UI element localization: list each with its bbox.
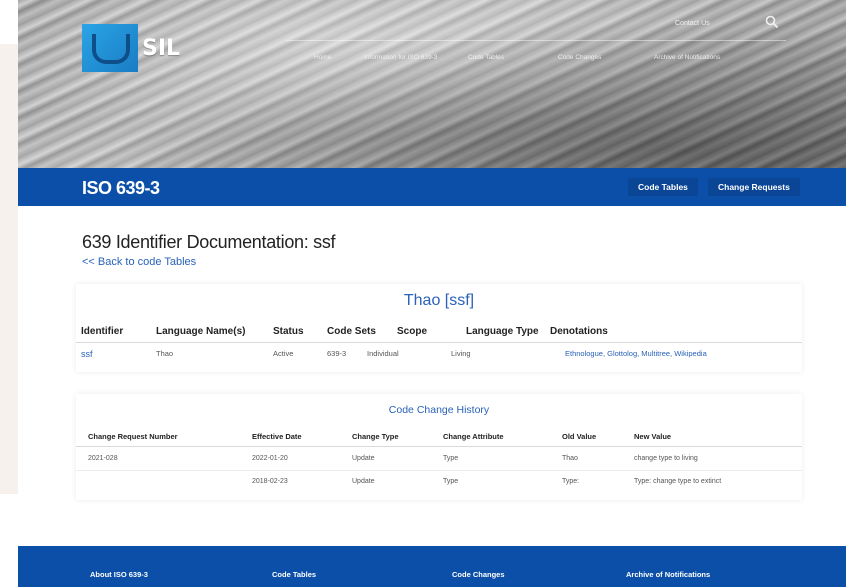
header-divider [76, 446, 802, 447]
code-sets-value: 639-3 [327, 349, 347, 358]
section-band: ISO 639-3 Code Tables Change Requests [18, 168, 846, 206]
footer-code-tables-link[interactable]: Code Tables [272, 570, 316, 579]
col-denotations: Denotations [550, 326, 608, 337]
nav-information[interactable]: Information for ISO 639-3 [364, 54, 437, 61]
col-change-attribute: Change Attribute [443, 432, 504, 441]
row-divider [76, 470, 802, 471]
effective-date: 2022-01-20 [252, 455, 288, 462]
col-change-request-number: Change Request Number [88, 432, 178, 441]
history-table-header: Change Request Number Effective Date Cha… [76, 432, 802, 442]
new-value: Type: change type to extinct [634, 478, 722, 485]
denotations-links[interactable]: Ethnologue, Glottolog, Multitree, Wikipe… [565, 349, 707, 358]
nav-divider [286, 40, 786, 41]
back-to-code-tables-link[interactable]: << Back to code Tables [82, 256, 196, 268]
change-history-card: Code Change History Change Request Numbe… [76, 394, 802, 500]
col-new-value: New Value [634, 432, 672, 441]
col-old-value: Old Value [562, 432, 597, 441]
language-name-value: Thao [156, 349, 174, 358]
language-heading: Thao [ssf] [403, 292, 475, 309]
old-value: Thao [562, 455, 578, 462]
col-scope: Scope [397, 326, 428, 337]
nav-archive[interactable]: Archive of Notifications [654, 54, 720, 61]
footer-about-link[interactable]: About ISO 639-3 [90, 570, 148, 579]
history-heading: Code Change History [388, 404, 490, 416]
table-row: 2021-028 2022-01-20 Update Type Thao cha… [76, 455, 802, 465]
footer: About ISO 639-3 Code Tables Code Changes… [18, 546, 846, 587]
nav-code-tables[interactable]: Code Tables [468, 54, 504, 61]
nav-code-changes[interactable]: Code Changes [558, 54, 601, 61]
change-attribute: Type [443, 455, 459, 462]
col-language-names: Language Name(s) [156, 326, 246, 337]
old-value: Type: [562, 478, 580, 485]
identifier-value[interactable]: ssf [81, 349, 93, 359]
status-value: Active [273, 349, 294, 358]
col-status: Status [273, 326, 304, 337]
col-identifier: Identifier [81, 326, 124, 337]
change-requests-button[interactable]: Change Requests [708, 178, 800, 196]
page-title: ISO 639-3 [82, 178, 160, 198]
page: SIL Contact Us Home Information for ISO … [18, 0, 846, 587]
documentation-title: 639 Identifier Documentation: ssf [82, 232, 336, 252]
left-strip [0, 44, 18, 494]
change-type: Update [352, 455, 375, 462]
col-language-type: Language Type [466, 326, 539, 337]
language-type-value: Living [451, 349, 471, 358]
language-card: Thao [ssf] Identifier Language Name(s) S… [76, 284, 802, 372]
col-change-type: Change Type [352, 432, 399, 441]
col-effective-date: Effective Date [252, 432, 302, 441]
contact-us-link[interactable]: Contact Us [675, 20, 710, 27]
code-tables-button[interactable]: Code Tables [628, 178, 698, 196]
change-attribute: Type [443, 478, 459, 485]
col-code-sets: Code Sets [327, 326, 376, 337]
nav-home[interactable]: Home [314, 54, 331, 61]
scope-value: Individual [367, 349, 399, 358]
table-row: ssf Thao Active 639-3 Individual Living … [76, 349, 802, 361]
language-table-header: Identifier Language Name(s) Status Code … [76, 326, 802, 340]
table-row: 2018-02-23 Update Type Type: Type: chang… [76, 478, 802, 488]
footer-archive-link[interactable]: Archive of Notifications [626, 570, 710, 579]
header-divider [76, 342, 802, 343]
change-request-link[interactable]: 2021-028 [88, 455, 118, 462]
footer-code-changes-link[interactable]: Code Changes [452, 570, 505, 579]
search-icon[interactable] [764, 14, 780, 30]
change-type: Update [352, 478, 375, 485]
new-value: change type to living [634, 455, 698, 462]
effective-date: 2018-02-23 [252, 478, 288, 485]
top-navigation: Contact Us Home Information for ISO 639-… [18, 0, 846, 100]
